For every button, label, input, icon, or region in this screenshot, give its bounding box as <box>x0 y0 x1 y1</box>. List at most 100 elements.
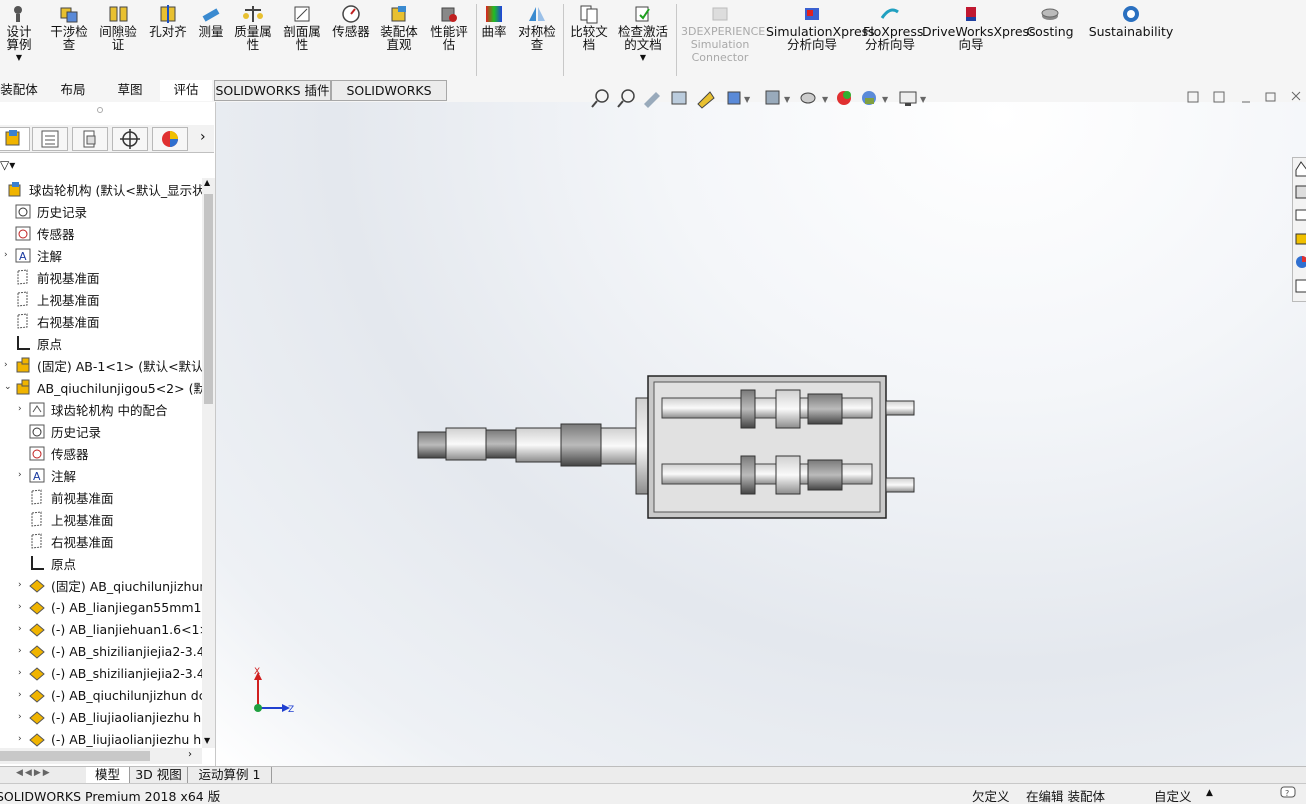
restore-icon[interactable] <box>1265 92 1276 102</box>
tree-right-plane[interactable]: 右视基准面 <box>4 310 100 332</box>
tree-sub-sensors[interactable]: 传感器 <box>28 442 89 464</box>
assembly-visualization-button[interactable]: 装配体直观 <box>377 4 421 51</box>
assembly-model[interactable] <box>416 372 926 522</box>
splitter-handle[interactable] <box>97 107 103 113</box>
tab-scroll-arrows-icon[interactable]: ◀◀▶▶ <box>16 768 82 782</box>
driveworksxpress-button[interactable]: DriveWorksXpress 向导 <box>922 4 1036 51</box>
tree-mates[interactable]: › 球齿轮机构 中的配合 <box>18 398 167 420</box>
tree-component[interactable]: › (-) AB_shizilianjiejia2-3.4 <box>18 662 202 684</box>
scrollbar-thumb[interactable] <box>0 751 150 761</box>
sensor-button[interactable]: 传感器 <box>329 4 373 38</box>
hole-align-button[interactable]: 孔对齐 <box>146 4 190 38</box>
tree-component[interactable]: › (-) AB_liujiaolianjiezhu h: <box>18 728 202 748</box>
symmetry-check-button[interactable]: 对称检查 <box>515 4 559 51</box>
configuration-manager-tab[interactable] <box>72 127 108 151</box>
clearance-button[interactable]: 间隙验证 <box>97 4 139 51</box>
property-manager-tab[interactable] <box>32 127 68 151</box>
graphics-area[interactable]: ▼ ▼ ▼ ▼ ▼ X Z <box>216 89 1306 766</box>
feature-manager-tab[interactable] <box>0 127 30 151</box>
display-style-icon[interactable]: ▼ <box>765 90 791 105</box>
scroll-down-icon[interactable]: ▼ <box>204 736 210 745</box>
bearing-seat[interactable] <box>600 427 638 465</box>
tree-annotations[interactable]: › A 注解 <box>4 244 62 266</box>
gear[interactable] <box>775 389 801 429</box>
custom-properties-icon[interactable] <box>1295 279 1306 293</box>
section-properties-button[interactable]: 剖面属性 <box>280 4 324 51</box>
scroll-up-icon[interactable]: ▲ <box>204 178 210 187</box>
tile-right-icon[interactable] <box>1213 91 1225 103</box>
units-customize[interactable]: 自定义 <box>1154 786 1192 805</box>
tree-component[interactable]: › (-) AB_qiuchilunjizhun dc <box>18 684 202 706</box>
tree-root[interactable]: 球齿轮机构 (默认<默认_显示状态- <box>0 178 202 200</box>
tree-sensors[interactable]: 传感器 <box>4 222 75 244</box>
curvature-button[interactable]: 曲率 <box>480 4 508 38</box>
chevron-right-icon[interactable]: › <box>200 129 206 145</box>
dynamic-annotation-icon[interactable] <box>697 91 715 109</box>
tree-component[interactable]: › (-) AB_lianjiehuan1.6<1> <box>18 618 202 640</box>
tab-solidworks-addins[interactable]: SOLIDWORKS 插件 <box>214 80 331 101</box>
tree-horizontal-scrollbar[interactable]: › <box>0 748 202 764</box>
design-study-button[interactable]: 设计算例 ▼ <box>0 4 38 64</box>
dropdown-arrow-icon[interactable]: ▼ <box>16 51 22 64</box>
zoom-area-icon[interactable] <box>617 89 635 108</box>
scrollbar-thumb[interactable] <box>204 194 213 404</box>
dimxpert-tab[interactable] <box>112 127 148 151</box>
tab-layout[interactable]: 布局 <box>46 80 100 101</box>
sustainability-button[interactable]: Sustainability <box>1089 4 1173 38</box>
tree-component[interactable]: › (-) AB_lianjiegan55mm1. <box>18 596 202 618</box>
tree-vertical-scrollbar[interactable]: ▲ ▼ <box>202 178 215 748</box>
design-library-icon[interactable] <box>1295 185 1306 199</box>
tree-sub-history[interactable]: 历史记录 <box>28 420 101 442</box>
check-active-document-button[interactable]: 检查激活的文档 ▼ <box>614 4 672 64</box>
gear[interactable] <box>740 455 756 495</box>
tab-sketch[interactable]: 草图 <box>104 80 156 101</box>
solidworks-resources-icon[interactable] <box>1295 161 1306 177</box>
zoom-to-fit-icon[interactable] <box>591 89 609 108</box>
previous-view-icon[interactable] <box>644 92 660 108</box>
tree-history[interactable]: 历史记录 <box>4 200 87 222</box>
costing-button[interactable]: Costing <box>1024 4 1076 38</box>
apply-scene-icon[interactable]: ▼ <box>862 91 889 105</box>
help-icon[interactable]: ? <box>1280 786 1296 803</box>
file-explorer-icon[interactable] <box>1295 209 1306 221</box>
tile-left-icon[interactable] <box>1187 91 1199 103</box>
view-settings-icon[interactable]: ▼ <box>899 91 927 106</box>
view-palette-icon[interactable] <box>1295 233 1306 245</box>
section-view-icon[interactable] <box>671 91 687 105</box>
output-shaft-upper[interactable] <box>885 400 915 416</box>
mass-properties-button[interactable]: 质量属性 <box>231 4 275 51</box>
tree-subassembly[interactable]: ⌄AB_qiuchilunjigou5<2> (默认< <box>4 376 202 398</box>
tree-component[interactable]: › (-) AB_liujiaolianjiezhu h: <box>18 706 202 728</box>
tree-sub-right-plane[interactable]: 右视基准面 <box>28 530 114 552</box>
tree-sub-front-plane[interactable]: 前视基准面 <box>28 486 114 508</box>
interference-button[interactable]: 干涉检查 <box>48 4 90 51</box>
tree-sub-origin[interactable]: 原点 <box>28 552 76 574</box>
filter-icon[interactable]: ▽▾ <box>0 158 15 172</box>
gear[interactable] <box>807 459 843 491</box>
tree-front-plane[interactable]: 前视基准面 <box>4 266 100 288</box>
tree-top-plane[interactable]: 上视基准面 <box>4 288 100 310</box>
compare-documents-button[interactable]: 比较文档 <box>567 4 611 51</box>
tab-assembly[interactable]: 装配体 <box>0 80 40 101</box>
tab-evaluate[interactable]: 评估 <box>160 80 212 101</box>
tab-solidworks-mbd[interactable]: SOLIDWORKS MBD <box>331 80 447 118</box>
close-icon[interactable] <box>1291 91 1301 101</box>
hide-show-items-icon[interactable]: ▼ <box>800 92 829 104</box>
display-manager-tab[interactable] <box>152 127 188 151</box>
tree-sub-annotations[interactable]: › A 注解 <box>18 464 76 486</box>
floxpress-button[interactable]: FloXpress 分析向导 <box>862 4 923 51</box>
simulationxpress-button[interactable]: SimulationXpress 分析向导 <box>766 4 875 51</box>
scroll-right-icon[interactable]: › <box>188 749 192 760</box>
dropdown-arrow-icon[interactable]: ▼ <box>640 51 646 64</box>
flange[interactable] <box>560 423 602 467</box>
gear[interactable] <box>775 455 801 495</box>
gear[interactable] <box>740 389 756 429</box>
measure-button[interactable]: 测量 <box>195 4 227 38</box>
units-dropdown-icon[interactable]: ▲ <box>1206 788 1213 798</box>
edit-appearance-icon[interactable] <box>837 91 851 105</box>
coupling[interactable] <box>485 429 517 459</box>
tree-sub-top-plane[interactable]: 上视基准面 <box>28 508 114 530</box>
tab-model[interactable]: 模型 <box>86 767 130 783</box>
view-orientation-icon[interactable]: ▼ <box>727 91 751 105</box>
tree-component[interactable]: › (固定) AB_qiuchilunjizhun <box>18 574 202 596</box>
